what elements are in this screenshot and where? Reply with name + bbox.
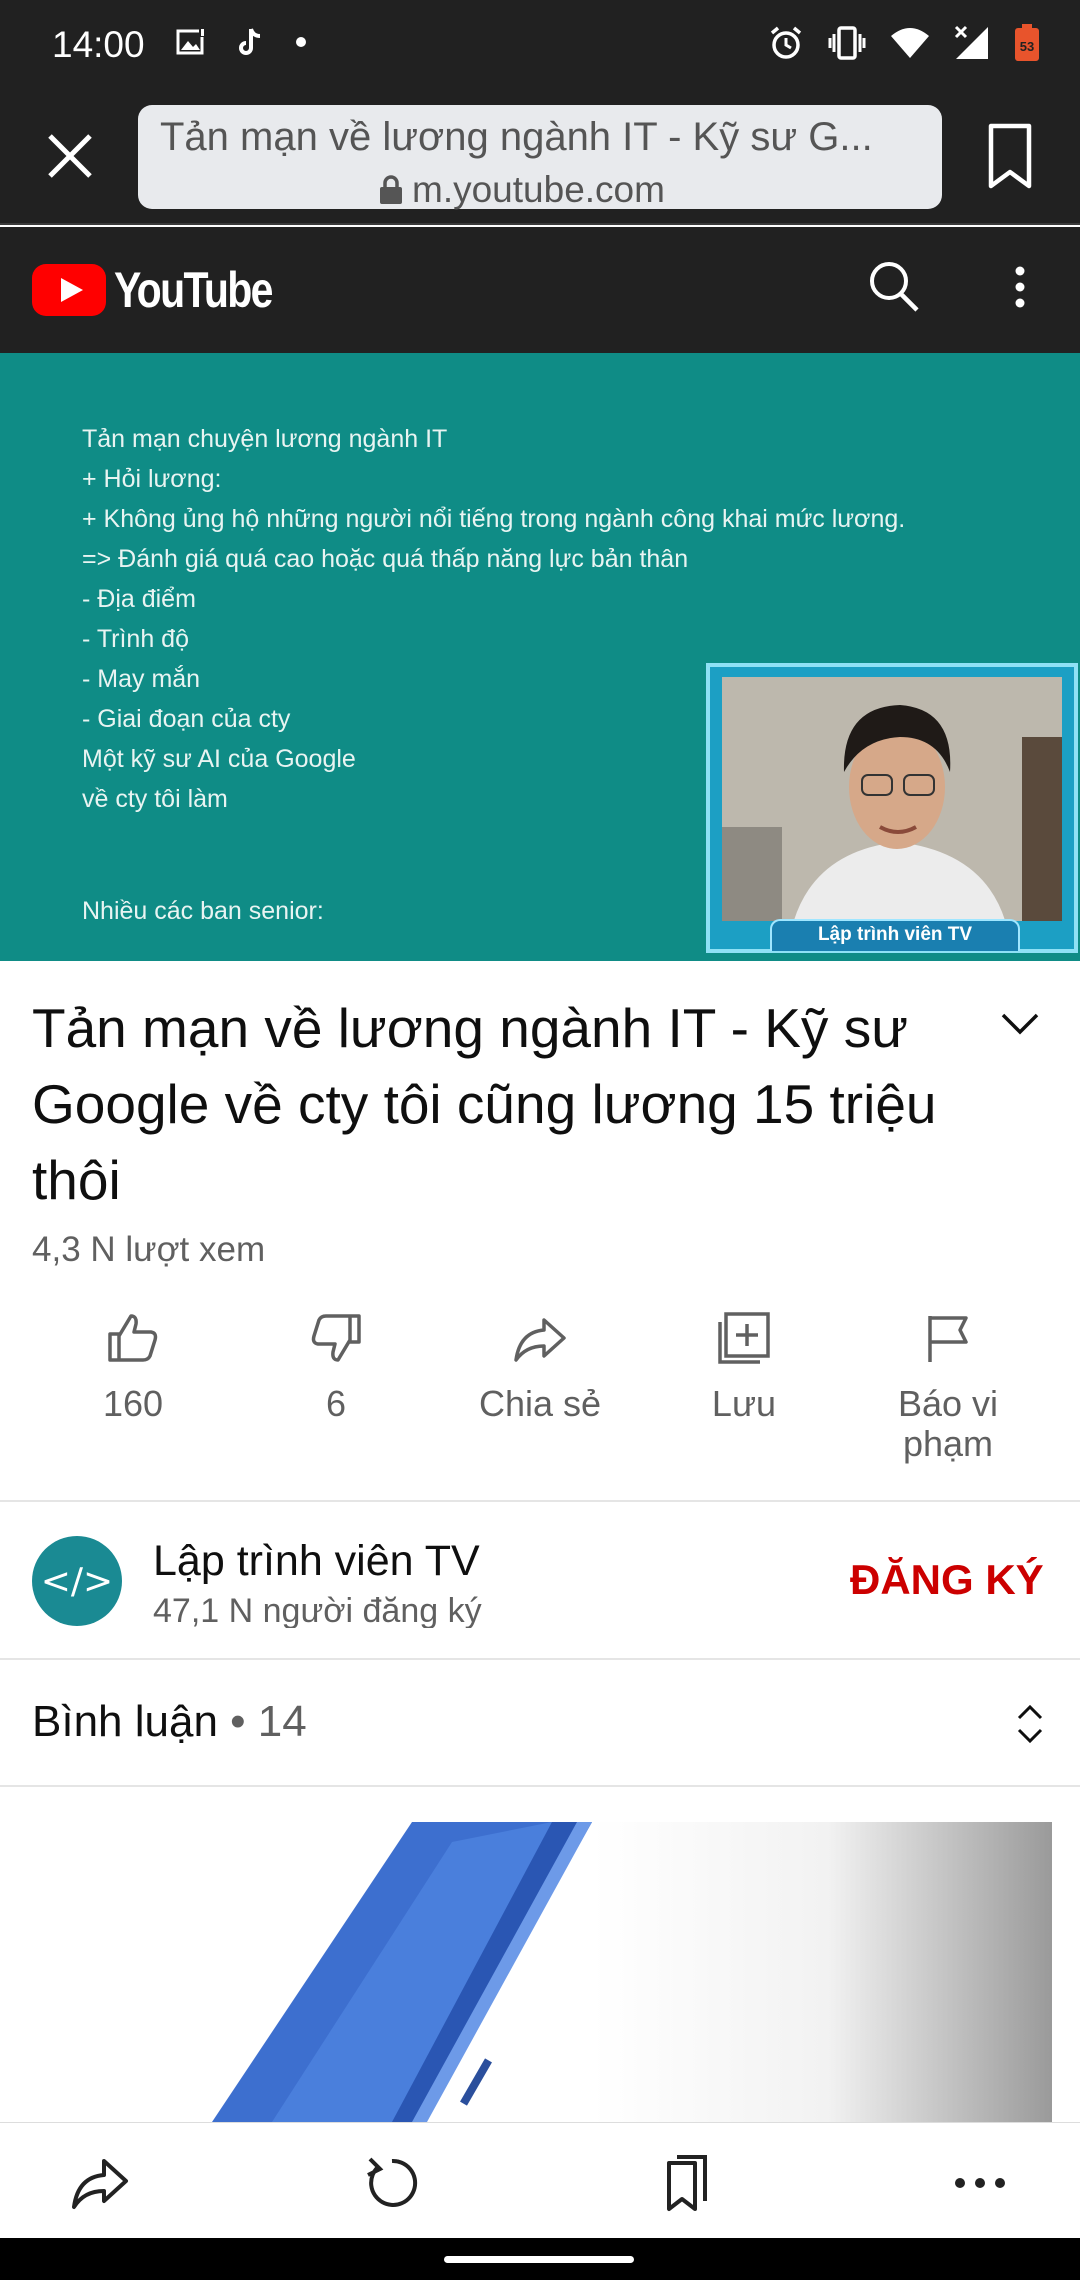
view-count: 4,3 N lượt xem: [32, 1230, 266, 1269]
gallery-notification-icon: [176, 28, 205, 55]
presenter-image: [722, 677, 1062, 921]
bookmark-button[interactable]: [985, 122, 1035, 192]
more-menu-icon[interactable]: [948, 2151, 1012, 2215]
thumbs-down-icon: [311, 1314, 361, 1362]
flag-icon: [928, 1316, 968, 1362]
cellular-signal-icon: [954, 25, 988, 59]
webcam-overlay: Lập trình viên TV: [706, 663, 1078, 953]
browser-toolbar: Tản mạn về lương ngành IT - Kỹ sư G... m…: [0, 90, 1080, 225]
youtube-play-icon: [32, 264, 106, 316]
search-icon[interactable]: [864, 257, 924, 317]
reload-icon[interactable]: [360, 2151, 424, 2215]
vibrate-icon: [828, 26, 866, 60]
lock-icon: [380, 175, 402, 204]
share-label: Chia sẻ: [478, 1383, 602, 1424]
share-icon[interactable]: [68, 2151, 132, 2215]
url-domain: m.youtube.com: [412, 169, 665, 210]
url-domain-row: m.youtube.com: [378, 169, 665, 211]
ad-banner-image[interactable]: [32, 1822, 1052, 2122]
slide-line: + Hỏi lương:: [82, 465, 222, 493]
slide-line: Tản mạn chuyện lương ngành IT: [82, 425, 448, 453]
channel-avatar[interactable]: </>: [32, 1536, 122, 1626]
channel-name[interactable]: Lập trình viên TV: [153, 1537, 480, 1586]
comments-header[interactable]: Bình luận • 14: [32, 1697, 307, 1747]
url-bar[interactable]: Tản mạn về lương ngành IT - Kỹ sư G... m…: [138, 105, 942, 211]
wifi-icon: [891, 28, 929, 58]
like-button[interactable]: 160: [33, 1310, 233, 1424]
slide-line: + Không ủng hộ những người nổi tiếng tro…: [82, 505, 906, 533]
more-notifications-dot-icon: [296, 37, 306, 47]
more-options-icon[interactable]: [1005, 257, 1035, 317]
alarm-icon: [770, 26, 802, 59]
comments-count: 14: [257, 1697, 307, 1746]
browser-bottom-toolbar: [0, 2122, 1080, 2238]
subscriber-count: 47,1 N người đăng ký: [153, 1592, 482, 1628]
bookmarks-icon[interactable]: [655, 2151, 719, 2215]
video-player[interactable]: Tản mạn chuyện lương ngành IT + Hỏi lươn…: [0, 353, 1080, 961]
share-button[interactable]: Chia sẻ: [440, 1310, 640, 1424]
add-to-playlist-icon: [718, 1312, 770, 1364]
comments-separator: •: [217, 1697, 258, 1746]
youtube-header: YouTube: [0, 227, 1080, 353]
youtube-logo-text: YouTube: [114, 262, 273, 318]
webcam-feed: [722, 677, 1062, 921]
slide-line: - Địa điểm: [82, 585, 196, 613]
page-title-text: Tản mạn về lương ngành IT - Kỹ sư G...: [160, 115, 873, 159]
divider: [0, 1500, 1080, 1502]
dislike-button[interactable]: 6: [236, 1310, 436, 1424]
slide-footer-line: Nhiều các ban senior:: [82, 897, 324, 925]
report-label: Báo vi phạm: [897, 1383, 999, 1464]
share-icon: [514, 1318, 566, 1362]
webcam-channel-label: Lập trình viên TV: [770, 919, 1020, 951]
chevron-down-icon[interactable]: [995, 1005, 1045, 1045]
expand-collapse-icon[interactable]: [1013, 1700, 1047, 1748]
report-button[interactable]: Báo vi phạm: [848, 1310, 1048, 1464]
divider: [0, 1658, 1080, 1660]
divider: [0, 1785, 1080, 1787]
tiktok-notification-icon: [239, 28, 261, 55]
video-actions: 160 6 Chia sẻ Lưu Báo vi phạm: [0, 1300, 1080, 1500]
slide-line: => Đánh giá quá cao hoặc quá thấp năng l…: [82, 545, 689, 573]
save-label: Lưu: [711, 1383, 777, 1424]
close-tab-button[interactable]: [40, 126, 100, 186]
battery-icon: 53: [1015, 24, 1039, 61]
like-count: 160: [102, 1383, 164, 1424]
video-title[interactable]: Tản mạn về lương ngành IT - Kỹ sư Google…: [32, 990, 972, 1218]
home-gesture-handle[interactable]: [444, 2256, 634, 2263]
slide-line: - Trình độ: [82, 625, 189, 653]
system-navigation-bar: [0, 2238, 1080, 2280]
phone-product-image: [212, 1822, 592, 2122]
youtube-logo[interactable]: YouTube: [32, 261, 306, 319]
save-button[interactable]: Lưu: [644, 1310, 844, 1424]
comments-label: Bình luận: [32, 1697, 218, 1746]
dislike-count: 6: [325, 1383, 347, 1424]
status-bar: 14:00 53: [0, 0, 1080, 90]
battery-level: 53: [1020, 39, 1034, 54]
status-time: 14:00: [52, 24, 145, 65]
thumbs-up-icon: [108, 1314, 158, 1362]
subscribe-button[interactable]: ĐĂNG KÝ: [850, 1556, 1044, 1604]
